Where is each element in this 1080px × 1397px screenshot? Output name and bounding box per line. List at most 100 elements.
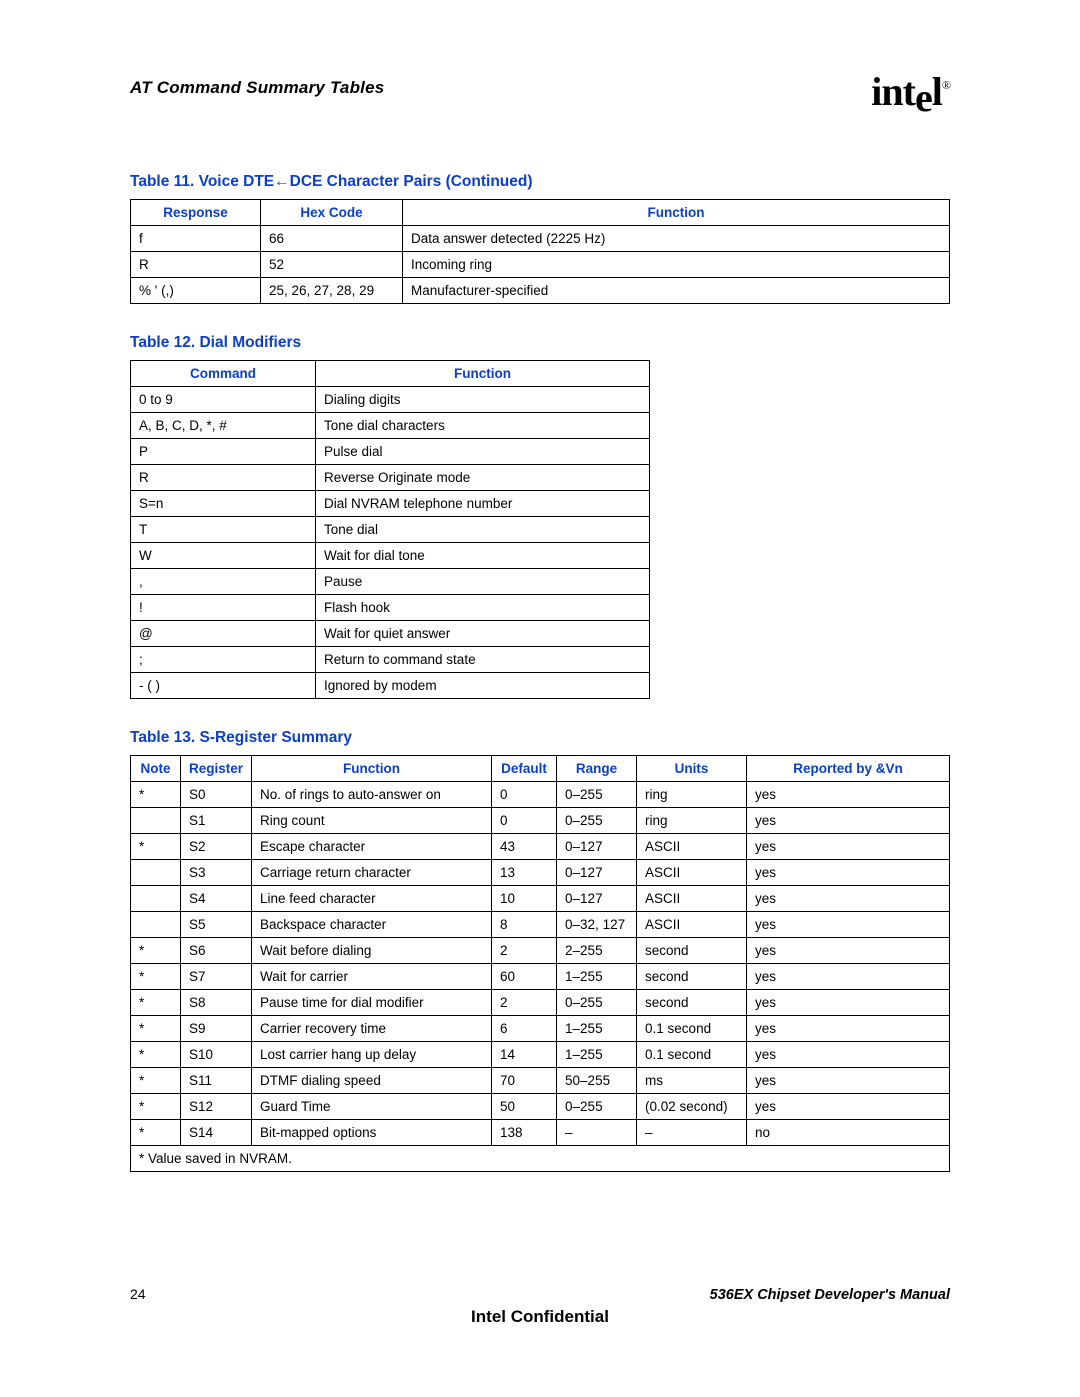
table-row: - ( )Ignored by modem [131,673,650,699]
table-row: *S12Guard Time500–255(0.02 second)yes [131,1094,950,1120]
cell-note: * [131,1042,181,1068]
cell-default: 43 [492,834,557,860]
cell-register: S1 [181,808,252,834]
cell-function: Pulse dial [316,439,650,465]
cell-range: 0–255 [557,1094,637,1120]
cell-units: ring [637,782,747,808]
page-header: AT Command Summary Tables intel® [130,78,950,125]
cell-note [131,860,181,886]
col-units: Units [637,756,747,782]
cell-units: ring [637,808,747,834]
doc-title: 536EX Chipset Developer's Manual [710,1287,950,1303]
table13: Note Register Function Default Range Uni… [130,755,950,1172]
cell-range: 0–127 [557,834,637,860]
cell-function: Bit-mapped options [252,1120,492,1146]
table-row: S=nDial NVRAM telephone number [131,491,650,517]
cell-note: * [131,782,181,808]
cell-hex: 66 [261,226,403,252]
cell-default: 0 [492,782,557,808]
cell-register: S8 [181,990,252,1016]
cell-command: ; [131,647,316,673]
cell-function: Escape character [252,834,492,860]
cell-function: Guard Time [252,1094,492,1120]
cell-reported: no [747,1120,950,1146]
cell-function: Ring count [252,808,492,834]
cell-units: 0.1 second [637,1042,747,1068]
table-row: S5Backspace character80–32, 127ASCIIyes [131,912,950,938]
cell-register: S5 [181,912,252,938]
table-row: *S8Pause time for dial modifier20–255sec… [131,990,950,1016]
cell-range: 0–255 [557,990,637,1016]
cell-reported: yes [747,938,950,964]
cell-note: * [131,938,181,964]
section-title: AT Command Summary Tables [130,78,384,98]
cell-note: * [131,1016,181,1042]
cell-default: 0 [492,808,557,834]
col-register: Register [181,756,252,782]
cell-range: – [557,1120,637,1146]
table13-footnote: * Value saved in NVRAM. [131,1146,950,1172]
cell-range: 1–255 [557,1016,637,1042]
cell-hex: 52 [261,252,403,278]
cell-units: ASCII [637,834,747,860]
table12: Command Function 0 to 9Dialing digitsA, … [130,360,650,699]
cell-default: 60 [492,964,557,990]
cell-reported: yes [747,782,950,808]
cell-reported: yes [747,1094,950,1120]
cell-default: 8 [492,912,557,938]
cell-range: 0–32, 127 [557,912,637,938]
table-row: *S9Carrier recovery time61–2550.1 second… [131,1016,950,1042]
cell-reported: yes [747,990,950,1016]
table12-caption: Table 12. Dial Modifiers [130,334,950,352]
cell-default: 6 [492,1016,557,1042]
cell-default: 138 [492,1120,557,1146]
cell-default: 50 [492,1094,557,1120]
cell-register: S12 [181,1094,252,1120]
cell-response: R [131,252,261,278]
cell-response: f [131,226,261,252]
cell-units: ASCII [637,912,747,938]
cell-reported: yes [747,912,950,938]
page-number: 24 [130,1286,146,1302]
cell-reported: yes [747,834,950,860]
cell-default: 2 [492,938,557,964]
cell-units: 0.1 second [637,1016,747,1042]
table-row: S1Ring count00–255ringyes [131,808,950,834]
table-row: S3Carriage return character130–127ASCIIy… [131,860,950,886]
cell-units: second [637,938,747,964]
cell-note: * [131,1068,181,1094]
cell-function: Wait for dial tone [316,543,650,569]
cell-reported: yes [747,1016,950,1042]
cell-range: 0–255 [557,808,637,834]
cell-function: Backspace character [252,912,492,938]
cell-function: Pause [316,569,650,595]
cell-reported: yes [747,1068,950,1094]
cell-function: Tone dial characters [316,413,650,439]
table-row: WWait for dial tone [131,543,650,569]
cell-units: second [637,964,747,990]
table-row: *S11DTMF dialing speed7050–255msyes [131,1068,950,1094]
col-function: Function [403,200,950,226]
cell-register: S3 [181,860,252,886]
cell-function: Tone dial [316,517,650,543]
table-row: @Wait for quiet answer [131,621,650,647]
cell-reported: yes [747,964,950,990]
cell-function: Flash hook [316,595,650,621]
table13-caption: Table 13. S-Register Summary [130,729,950,747]
cell-function: No. of rings to auto-answer on [252,782,492,808]
cell-command: @ [131,621,316,647]
table11: Response Hex Code Function f66Data answe… [130,199,950,304]
cell-register: S6 [181,938,252,964]
cell-units: ms [637,1068,747,1094]
table-row: *S2Escape character430–127ASCIIyes [131,834,950,860]
cell-command: R [131,465,316,491]
table-row: % ' (,)25, 26, 27, 28, 29Manufacturer-sp… [131,278,950,304]
cell-function: Dialing digits [316,387,650,413]
cell-note: * [131,1120,181,1146]
table-row: *S14Bit-mapped options138––no [131,1120,950,1146]
cell-units: – [637,1120,747,1146]
cell-default: 14 [492,1042,557,1068]
cell-function: Pause time for dial modifier [252,990,492,1016]
cell-function: Carriage return character [252,860,492,886]
cell-range: 2–255 [557,938,637,964]
